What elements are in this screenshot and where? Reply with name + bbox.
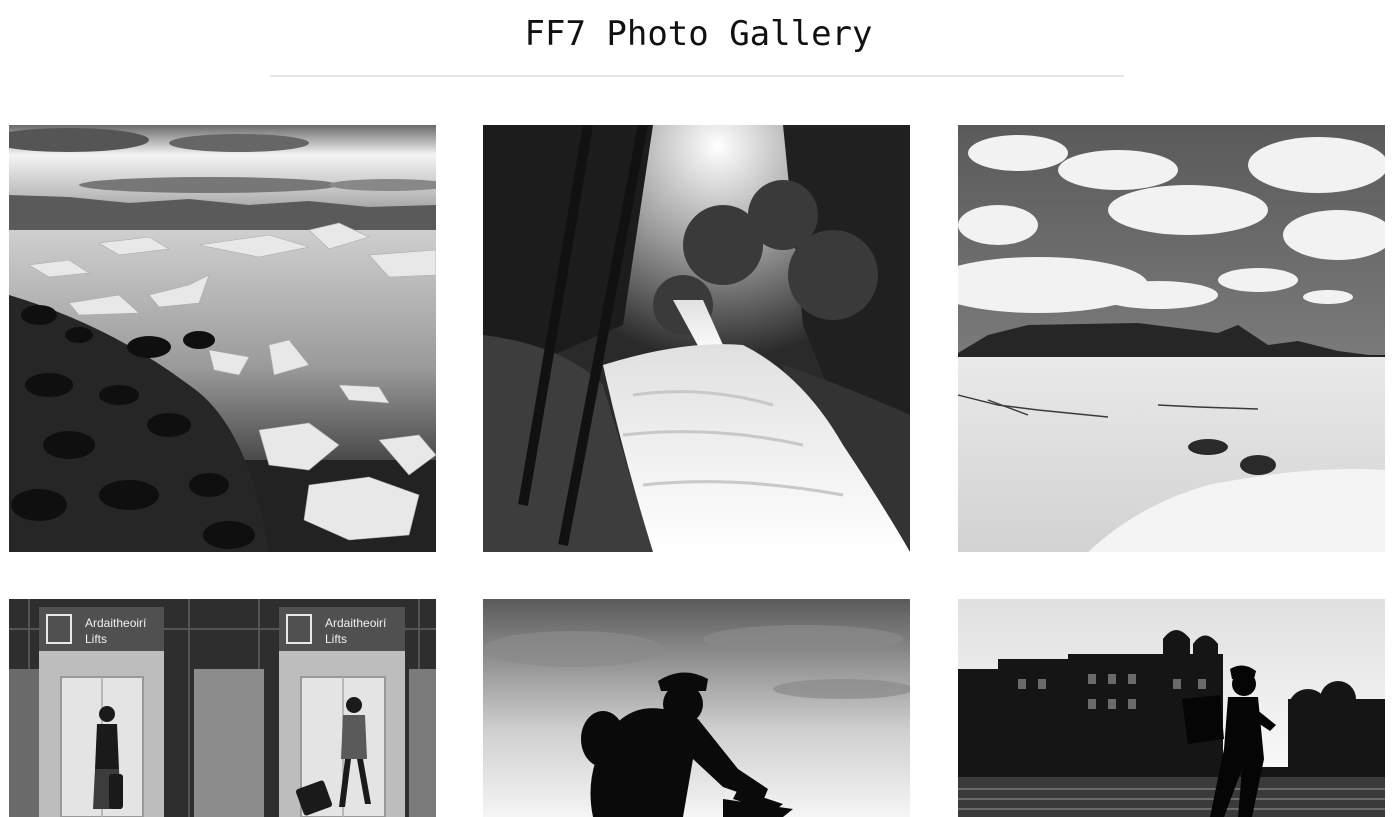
cyclist-silhouette-icon	[483, 599, 910, 817]
gallery-photo-1[interactable]	[9, 125, 436, 552]
lift-sign-right-title: Ardaitheoirí	[325, 616, 387, 630]
desert-dunes-mountains-icon	[958, 125, 1385, 552]
lift-sign-left-sub: Lifts	[85, 632, 107, 646]
gallery-photo-4[interactable]: Ardaitheoirí Lifts Ardaitheoirí Lifts	[9, 599, 436, 817]
photo-grid: Ardaitheoirí Lifts Ardaitheoirí Lifts	[0, 0, 1397, 817]
waterfront-building-walker-icon	[958, 599, 1385, 817]
glacier-lagoon-ice-icon	[9, 125, 436, 552]
airport-lifts-icon: Ardaitheoirí Lifts Ardaitheoirí Lifts	[9, 599, 436, 817]
gallery-photo-5[interactable]	[483, 599, 910, 817]
gallery-photo-3[interactable]	[958, 125, 1385, 552]
lift-sign-right-sub: Lifts	[325, 632, 347, 646]
gallery-photo-2[interactable]	[483, 125, 910, 552]
gallery-photo-6[interactable]	[958, 599, 1385, 817]
lift-sign-left-title: Ardaitheoirí	[85, 616, 147, 630]
forest-waterfall-icon	[483, 125, 910, 552]
